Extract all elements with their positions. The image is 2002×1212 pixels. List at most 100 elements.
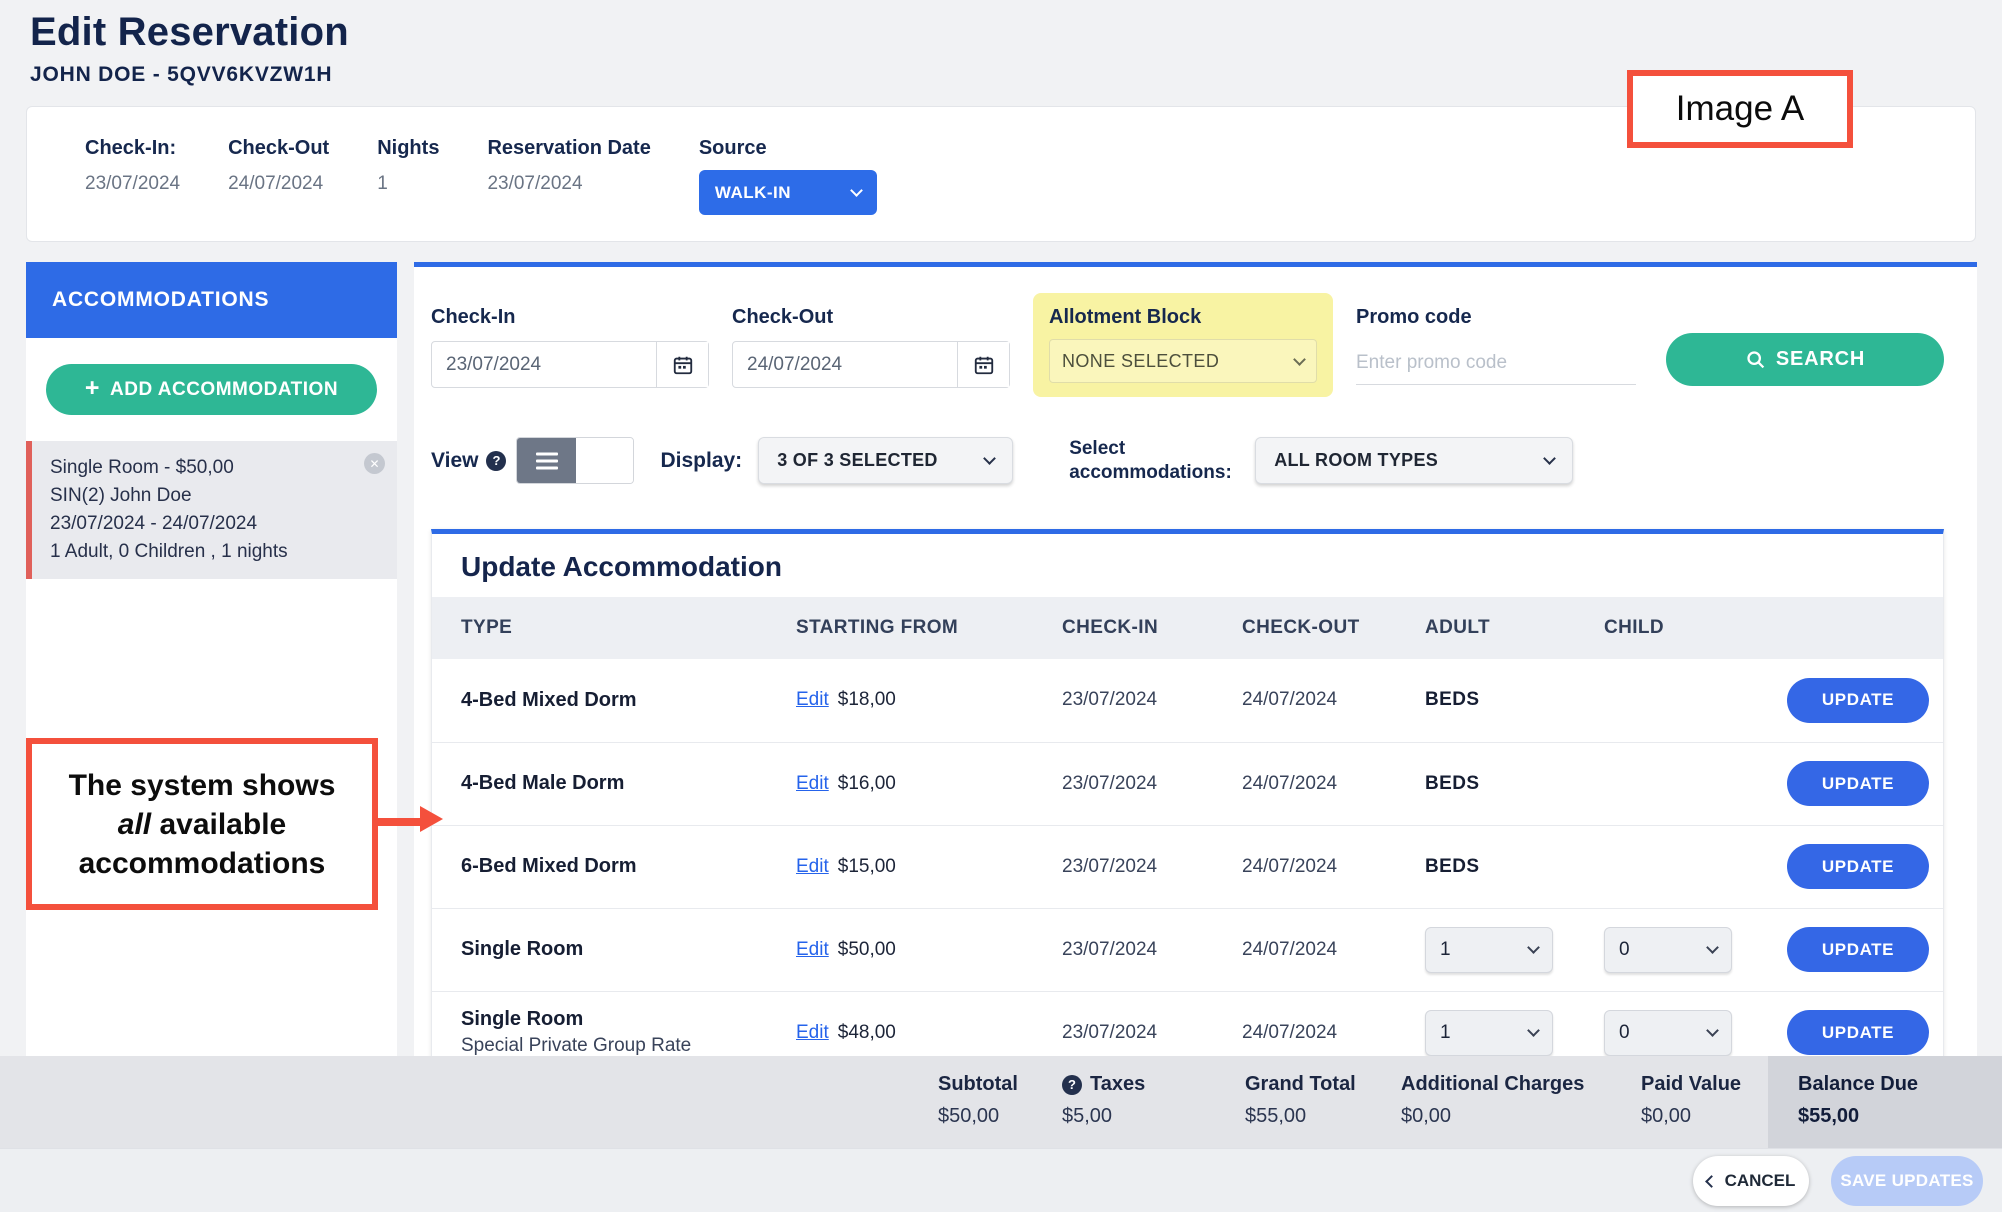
annotation-note-line2-rest: available <box>151 808 286 841</box>
update-button[interactable]: UPDATE <box>1787 1010 1929 1055</box>
room-type: 4-Bed Mixed Dorm <box>461 689 796 712</box>
row-checkin: 23/07/2024 <box>1062 1022 1242 1044</box>
header-type: TYPE <box>461 617 796 639</box>
row-checkin: 23/07/2024 <box>1062 773 1242 795</box>
edit-rate-link[interactable]: Edit <box>796 773 829 795</box>
view-toggle[interactable] <box>516 437 634 484</box>
annotation-note-emphasis: all <box>118 808 151 841</box>
remove-accommodation-icon[interactable]: ✕ <box>364 453 385 474</box>
paid-value-value: $0,00 <box>1641 1105 1741 1128</box>
edit-rate-link[interactable]: Edit <box>796 1022 829 1044</box>
totals-summary-bar: Subtotal $50,00 ? Taxes $5,00 Grand Tota… <box>0 1056 2002 1148</box>
edit-rate-link[interactable]: Edit <box>796 856 829 878</box>
grand-total-label: Grand Total <box>1245 1073 1356 1096</box>
source-value: WALK-IN <box>715 183 791 203</box>
edit-rate-link[interactable]: Edit <box>796 939 829 961</box>
reservation-guest-code: JOHN DOE - 5QVV6KVZW1H <box>30 63 349 87</box>
checkout-calendar-button[interactable] <box>957 342 1009 387</box>
plus-icon: + <box>85 376 100 401</box>
paid-value-label: Paid Value <box>1641 1073 1741 1096</box>
child-count-select[interactable]: 0 <box>1604 927 1732 973</box>
select-accommodations-label: Select accommodations: <box>1069 437 1239 485</box>
grid-view-segment[interactable] <box>576 438 633 483</box>
child-count-value: 0 <box>1619 1022 1630 1044</box>
source-dropdown[interactable]: WALK-IN <box>699 170 877 215</box>
adult-count-select[interactable]: 1 <box>1425 1010 1553 1056</box>
row-checkin: 23/07/2024 <box>1062 856 1242 878</box>
header-adult: ADULT <box>1425 617 1604 639</box>
list-icon <box>536 452 558 470</box>
chevron-down-icon <box>1293 353 1306 366</box>
taxes-item: ? Taxes $5,00 <box>1062 1073 1145 1128</box>
checkout-date-field[interactable] <box>733 354 957 376</box>
page-title: Edit Reservation <box>30 10 349 55</box>
annotation-note-line3: accommodations <box>79 844 326 883</box>
edit-rate-link[interactable]: Edit <box>796 689 829 711</box>
checkin-date-input[interactable] <box>431 341 709 388</box>
allotment-block-highlight: Allotment Block NONE SELECTED <box>1033 293 1333 397</box>
header-checkout: CHECK-OUT <box>1242 617 1425 639</box>
search-button[interactable]: SEARCH <box>1666 333 1944 386</box>
table-row: 4-Bed Male Dorm Edit $16,00 23/07/2024 2… <box>432 742 1943 825</box>
annotation-note-box: The system shows all available accommoda… <box>26 738 378 910</box>
view-controls-row: View ? Display: 3 OF 3 SELECTED Select a… <box>431 437 1944 485</box>
taxes-help-icon[interactable]: ? <box>1062 1075 1082 1095</box>
checkin-calendar-button[interactable] <box>656 342 708 387</box>
header-starting-from: STARTING FROM <box>796 617 1062 639</box>
child-count-value: 0 <box>1619 939 1630 961</box>
taxes-label: Taxes <box>1090 1073 1145 1096</box>
update-button[interactable]: UPDATE <box>1787 927 1929 972</box>
child-count-select[interactable]: 0 <box>1604 1010 1732 1056</box>
paid-value-item: Paid Value $0,00 <box>1641 1073 1741 1128</box>
allotment-block-select[interactable]: NONE SELECTED <box>1049 339 1317 383</box>
source-label: Source <box>699 137 877 160</box>
subtotal-value: $50,00 <box>938 1105 1018 1128</box>
room-types-select[interactable]: ALL ROOM TYPES <box>1255 437 1573 484</box>
checkout-date-input[interactable] <box>732 341 1010 388</box>
row-checkout: 24/07/2024 <box>1242 1022 1425 1044</box>
room-type: Single Room <box>461 938 796 961</box>
cancel-button[interactable]: CANCEL <box>1693 1156 1809 1206</box>
table-row: 6-Bed Mixed Dorm Edit $15,00 23/07/2024 … <box>432 825 1943 908</box>
cancel-button-label: CANCEL <box>1725 1171 1796 1191</box>
filter-promo: Promo code <box>1356 306 1636 385</box>
info-field-source: Source WALK-IN <box>699 137 877 215</box>
update-button[interactable]: UPDATE <box>1787 844 1929 889</box>
table-row: Single Room Edit $50,00 23/07/2024 24/07… <box>432 908 1943 991</box>
adult-count-value: 1 <box>1440 1022 1451 1044</box>
chevron-down-icon <box>1706 1024 1719 1037</box>
accommodation-dates: 23/07/2024 - 24/07/2024 <box>50 510 379 538</box>
help-icon[interactable]: ? <box>486 451 506 471</box>
chevron-down-icon <box>850 184 863 197</box>
nights-value: 1 <box>377 173 439 195</box>
update-button[interactable]: UPDATE <box>1787 678 1929 723</box>
checkin-date-field[interactable] <box>432 354 656 376</box>
add-accommodation-button[interactable]: + ADD ACCOMMODATION <box>46 364 377 415</box>
info-field-checkout: Check-Out 24/07/2024 <box>228 137 329 195</box>
adult-count-select[interactable]: 1 <box>1425 927 1553 973</box>
header-checkin: CHECK-IN <box>1062 617 1242 639</box>
promo-code-label: Promo code <box>1356 306 1636 329</box>
additional-charges-value: $0,00 <box>1401 1105 1584 1128</box>
promo-code-input[interactable] <box>1356 341 1636 385</box>
table-header-row: TYPE STARTING FROM CHECK-IN CHECK-OUT AD… <box>432 597 1943 659</box>
checkin-value: 23/07/2024 <box>85 173 180 195</box>
update-button[interactable]: UPDATE <box>1787 761 1929 806</box>
nights-label: Nights <box>377 137 439 160</box>
room-type: 4-Bed Male Dorm <box>461 772 796 795</box>
checkout-value: 24/07/2024 <box>228 173 329 195</box>
accommodation-name-price: Single Room - $50,00 <box>50 454 379 482</box>
annotation-note-line1: The system shows <box>69 766 336 805</box>
table-row: 4-Bed Mixed Dorm Edit $18,00 23/07/2024 … <box>432 659 1943 742</box>
room-rate-plan: Special Private Group Rate <box>461 1035 796 1057</box>
display-select[interactable]: 3 OF 3 SELECTED <box>758 437 1013 484</box>
balance-due-label: Balance Due <box>1798 1073 2002 1096</box>
page-header: Edit Reservation JOHN DOE - 5QVV6KVZW1H <box>30 10 349 87</box>
list-view-segment[interactable] <box>517 438 576 483</box>
reservation-date-label: Reservation Date <box>487 137 650 160</box>
save-updates-button[interactable]: SAVE UPDATES <box>1831 1156 1983 1206</box>
search-icon <box>1745 349 1766 370</box>
annotation-image-label: Image A <box>1627 70 1853 148</box>
sidebar-title: ACCOMMODATIONS <box>26 262 397 338</box>
annotation-arrow-head <box>420 806 443 832</box>
